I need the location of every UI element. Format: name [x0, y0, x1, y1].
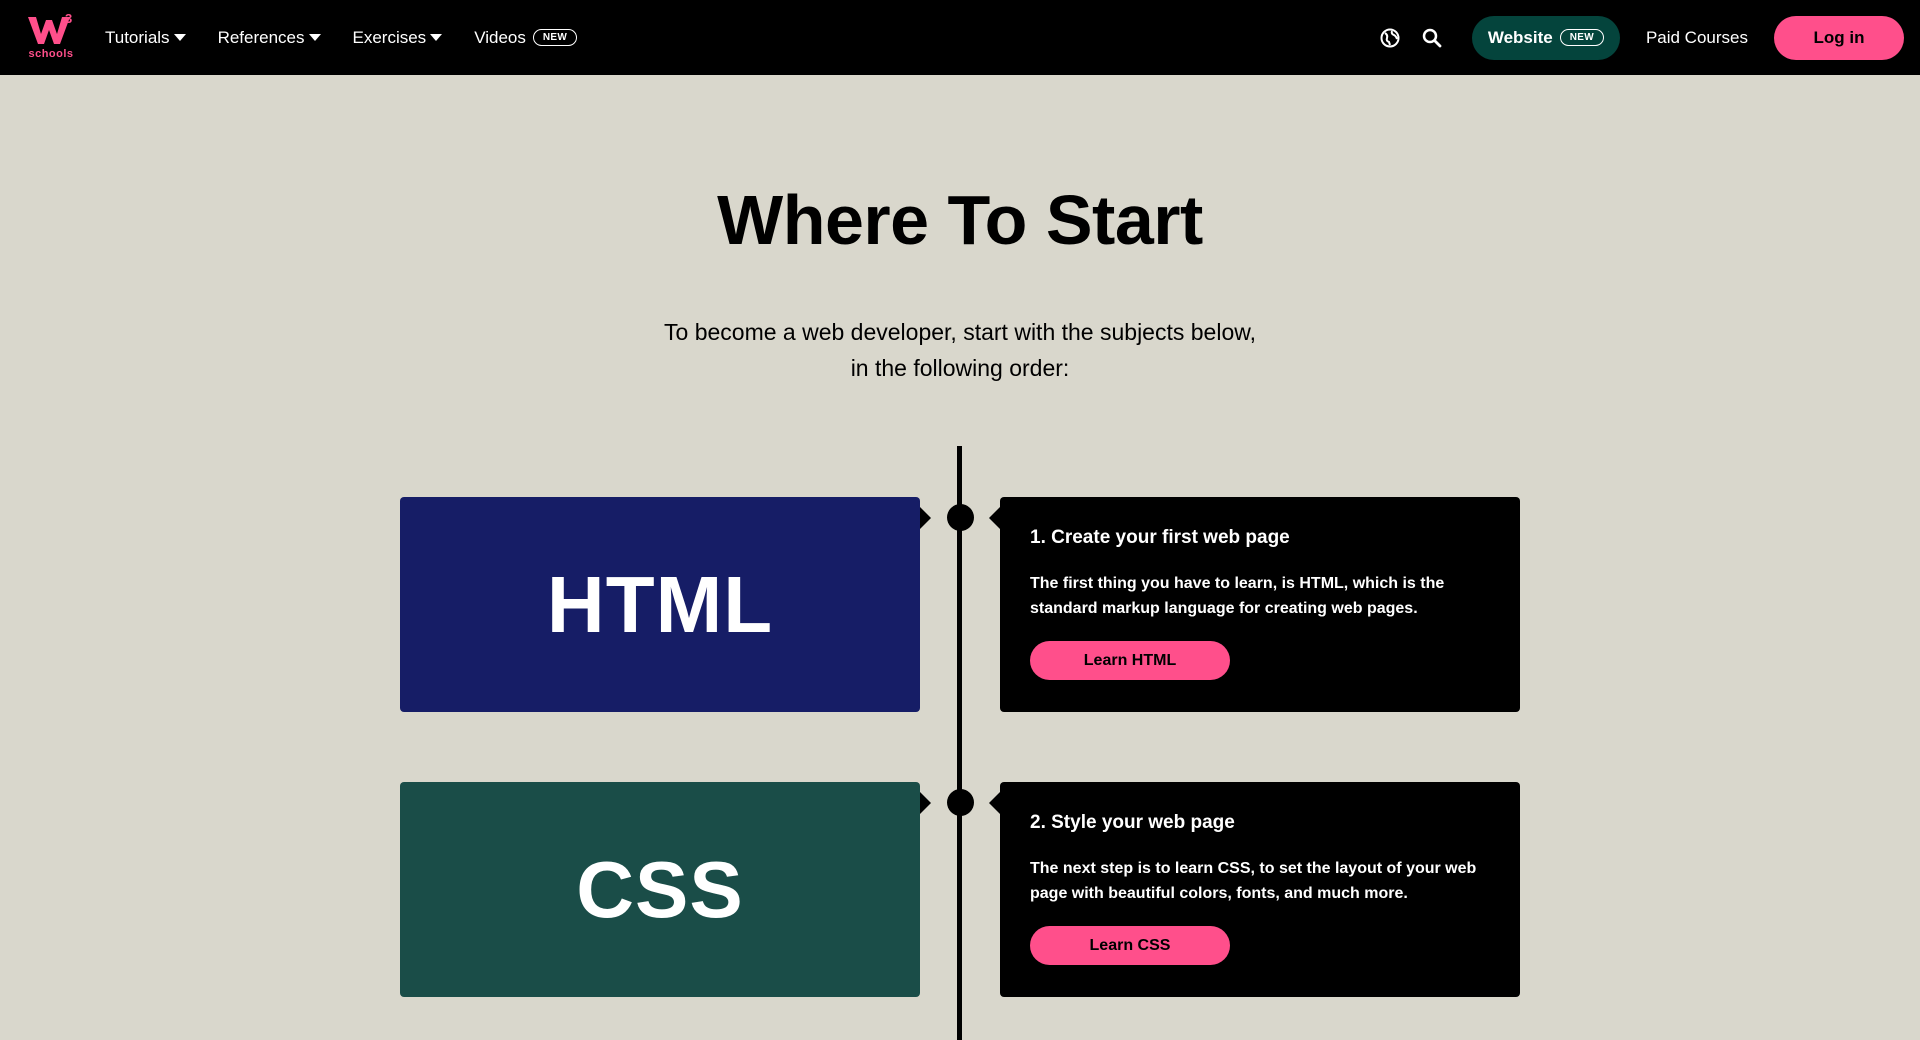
nav-references-label: References: [217, 27, 305, 47]
search-button[interactable]: [1420, 26, 1444, 50]
pointer-arrow: [989, 507, 1000, 529]
step-1-title: 1. Create your first web page: [1030, 527, 1290, 548]
pointer-arrow: [920, 507, 931, 529]
caret-down-icon: [430, 34, 443, 41]
globe-icon: [1380, 28, 1400, 47]
html-subject-card[interactable]: HTML: [400, 497, 920, 712]
new-badge: NEW: [1559, 29, 1604, 46]
step-1-text: The first thing you have to learn, is HT…: [1030, 575, 1445, 617]
learn-html-button[interactable]: Learn HTML: [1030, 641, 1230, 680]
nav-tutorials[interactable]: Tutorials: [105, 28, 186, 48]
caret-down-icon: [308, 34, 321, 41]
nav-tutorials-label: Tutorials: [105, 27, 170, 47]
website-label: Website: [1487, 27, 1553, 47]
login-button[interactable]: Log in: [1774, 15, 1904, 60]
nav-videos[interactable]: Videos NEW: [474, 27, 578, 48]
learn-css-button[interactable]: Learn CSS: [1030, 926, 1230, 965]
page-subtitle: To become a web developer, start with th…: [0, 314, 1920, 386]
nav-right: Website NEW Paid Courses Log in: [1378, 0, 1920, 75]
pointer-arrow: [920, 792, 931, 814]
nav-references[interactable]: References: [218, 28, 321, 48]
timeline-dot: [947, 789, 974, 816]
html-info-card: 1. Create your first web page The first …: [1000, 497, 1520, 712]
nav-exercises[interactable]: Exercises: [353, 28, 443, 48]
css-subject-label: CSS: [576, 844, 744, 934]
css-subject-card[interactable]: CSS: [400, 782, 920, 997]
page-title: Where To Start: [717, 181, 1203, 259]
new-badge: NEW: [532, 29, 578, 46]
paid-courses-link[interactable]: Paid Courses: [1646, 28, 1748, 48]
top-navbar: 3 schools Tutorials References Exercises…: [0, 0, 1920, 75]
nav-exercises-label: Exercises: [352, 27, 427, 47]
step-2-title: 2. Style your web page: [1030, 812, 1235, 833]
caret-down-icon: [173, 34, 186, 41]
timeline-line: [957, 446, 962, 1040]
html-subject-label: HTML: [546, 559, 774, 649]
globe-button[interactable]: [1378, 26, 1402, 50]
website-button[interactable]: Website NEW: [1471, 15, 1620, 60]
css-info-card: 2. Style your web page The next step is …: [1000, 782, 1520, 997]
main-nav: Tutorials References Exercises Videos NE…: [105, 0, 609, 75]
pointer-arrow: [989, 792, 1000, 814]
logo-superscript: 3: [65, 11, 73, 26]
nav-videos-label: Videos: [474, 27, 526, 47]
step-2-text: The next step is to learn CSS, to set th…: [1030, 860, 1477, 902]
search-icon: [1422, 28, 1442, 47]
timeline-dot: [947, 504, 974, 531]
subtitle-line-2: in the following order:: [850, 355, 1070, 381]
w3schools-logo[interactable]: 3 schools: [26, 11, 76, 60]
subtitle-line-1: To become a web developer, start with th…: [664, 319, 1256, 345]
logo-text: schools: [28, 48, 74, 60]
